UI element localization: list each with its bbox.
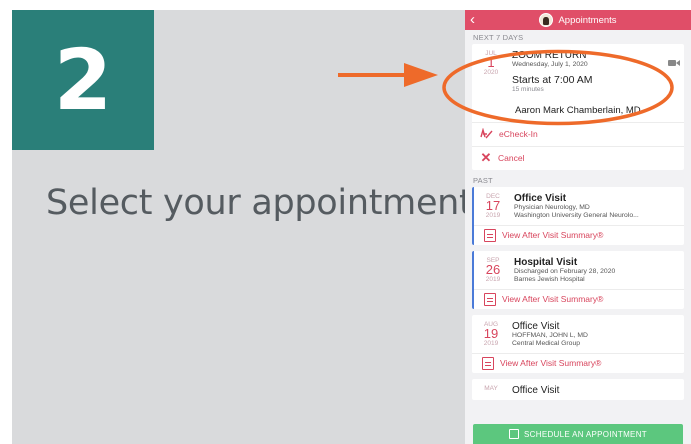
date-month: MAY [484, 384, 498, 392]
date-year: 2019 [483, 339, 499, 347]
date-year: 2019 [485, 211, 501, 219]
section-label-past: PAST [473, 175, 493, 185]
nav-title: Appointments [558, 14, 617, 26]
appointment-detail-2: Barnes Jewish Hospital [514, 276, 585, 283]
view-summary-link[interactable]: View After Visit Summary® [472, 352, 684, 373]
view-summary-link[interactable]: View After Visit Summary® [474, 224, 684, 245]
pointer-arrow-icon [338, 63, 438, 87]
instruction-text: Select your appointment. [46, 183, 484, 223]
date-day: 19 [483, 325, 499, 341]
appointment-detail-1: HOFFMAN, JOHN L, MD [512, 331, 588, 339]
view-summary-label: View After Visit Summary® [502, 230, 604, 240]
appointment-title: Hospital Visit [514, 256, 578, 268]
past-appointment-card[interactable]: DEC 17 2019 Office Visit Physician Neuro… [472, 186, 684, 245]
document-icon [484, 228, 496, 242]
cancel-label: Cancel [498, 153, 525, 163]
date-year: 2019 [485, 275, 501, 283]
avatar [539, 13, 554, 27]
schedule-appointment-button[interactable]: SCHEDULE AN APPOINTMENT [473, 424, 683, 444]
schedule-appointment-label: SCHEDULE AN APPOINTMENT [524, 429, 647, 439]
echeckin-label: eCheck-In [499, 129, 538, 139]
step-number: 2 [53, 31, 113, 129]
past-appointment-card[interactable]: AUG 19 2019 Office Visit HOFFMAN, JOHN L… [472, 314, 684, 373]
date-day: 26 [485, 261, 501, 277]
appointment-title: Office Visit [512, 320, 560, 332]
view-summary-label: View After Visit Summary® [500, 358, 602, 368]
appointment-detail-2: Central Medical Group [512, 340, 580, 347]
view-summary-label: View After Visit Summary® [502, 294, 604, 304]
appointment-detail-1: Discharged on February 28, 2020 [514, 267, 616, 275]
close-icon: ✕ [480, 150, 492, 165]
echeckin-icon [480, 128, 493, 139]
step-number-box: 2 [12, 10, 154, 150]
highlight-ellipse [442, 49, 674, 126]
document-icon [482, 356, 494, 370]
date-day: 17 [485, 197, 501, 213]
past-appointment-card[interactable]: MAY Office Visit [472, 378, 684, 400]
appointment-detail-1: Physician Neurology, MD [514, 203, 590, 211]
nav-bar: ‹ Appointments [465, 10, 691, 30]
document-icon [484, 292, 496, 306]
appointment-title: Office Visit [512, 384, 560, 396]
appointment-title: Office Visit [514, 192, 567, 204]
section-label-upcoming: NEXT 7 DAYS [473, 33, 524, 42]
appointment-detail-2: Washington University General Neurolo... [514, 212, 639, 219]
view-summary-link[interactable]: View After Visit Summary® [474, 288, 684, 309]
past-appointment-card[interactable]: SEP 26 2019 Hospital Visit Discharged on… [472, 250, 684, 309]
cancel-button[interactable]: ✕ Cancel [472, 145, 684, 170]
chevron-left-icon[interactable]: ‹ [470, 11, 475, 29]
calendar-icon [509, 429, 520, 439]
